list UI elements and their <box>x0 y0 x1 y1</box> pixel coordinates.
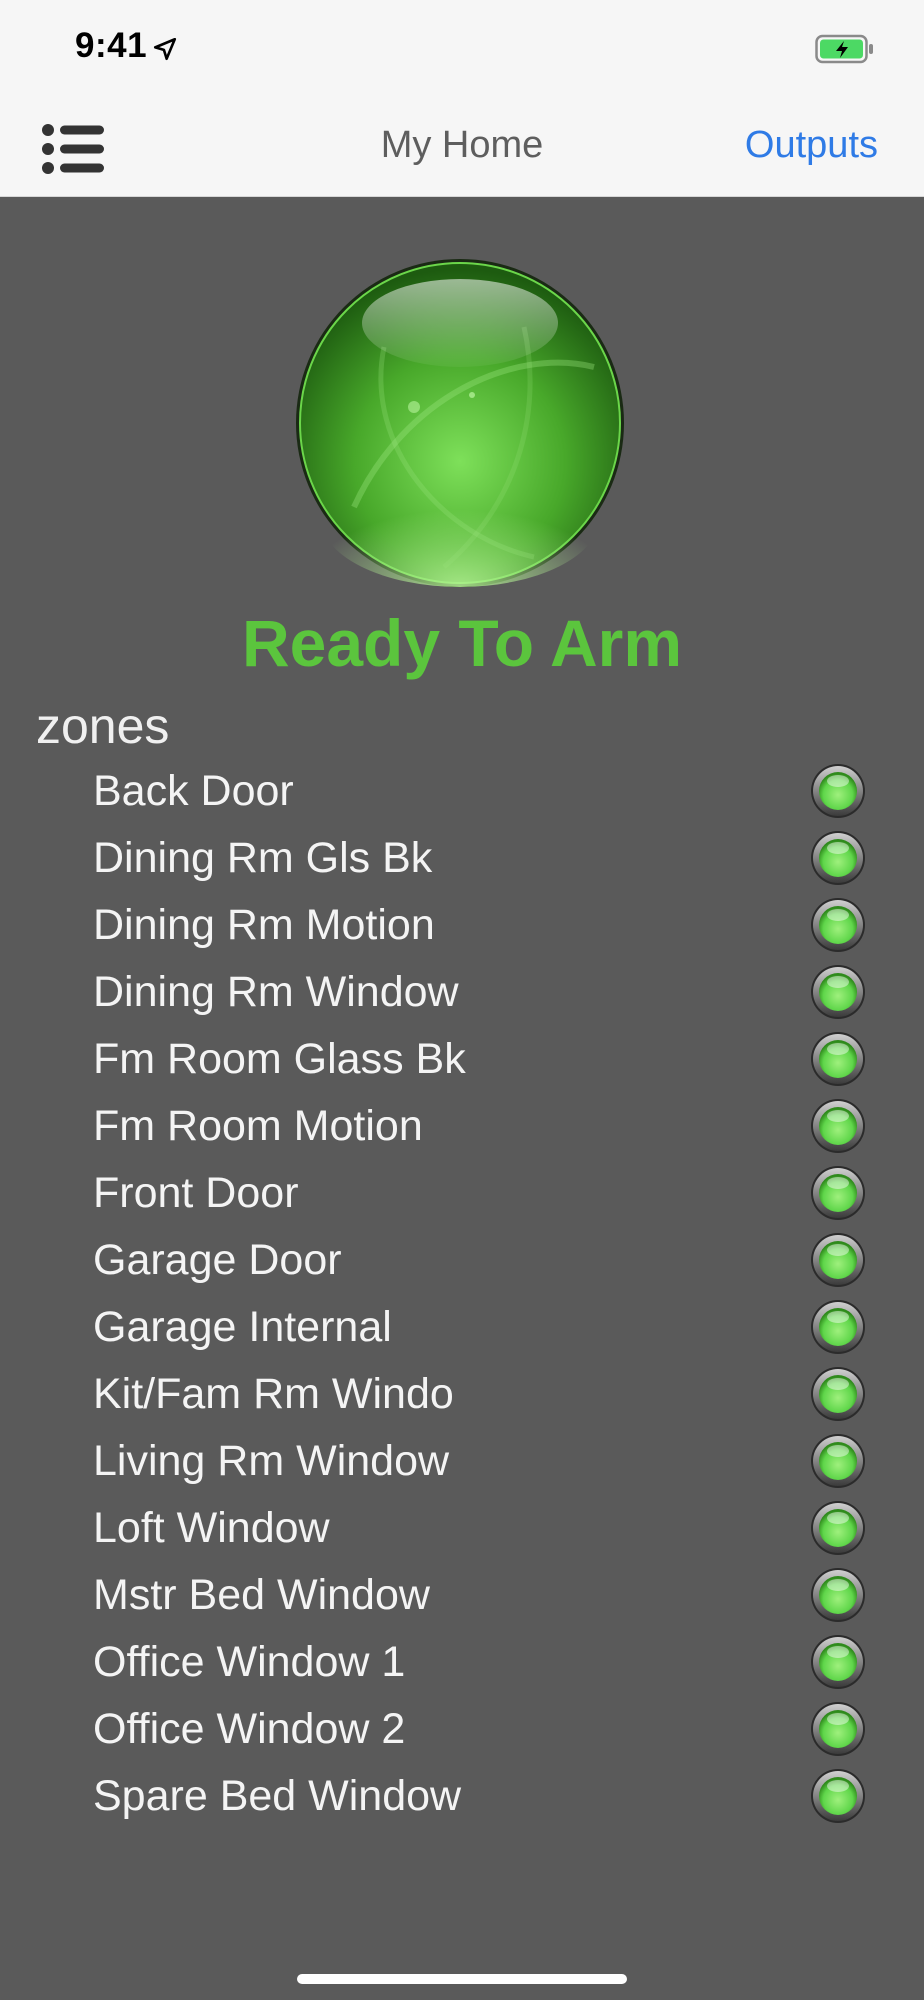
zone-label: Office Window 1 <box>93 1638 406 1686</box>
zone-label: Office Window 2 <box>93 1705 406 1753</box>
status-orb-icon[interactable] <box>294 257 626 589</box>
zone-label: Loft Window <box>93 1504 330 1552</box>
outputs-button[interactable]: Outputs <box>745 124 878 167</box>
status-time: 9:41 <box>75 26 148 65</box>
zone-row[interactable]: Living Rm Window <box>0 1427 924 1494</box>
zone-status-led-icon <box>811 1367 865 1421</box>
zone-row[interactable]: Office Window 2 <box>0 1695 924 1762</box>
zone-row[interactable]: Loft Window <box>0 1494 924 1561</box>
zone-status-led-icon <box>811 1501 865 1555</box>
navigation-bar: My Home Outputs <box>0 100 924 197</box>
zone-list: Back Door Dining Rm Gls Bk Dining Rm Motio… <box>0 757 924 1829</box>
zone-status-led-icon <box>811 1769 865 1823</box>
zone-row[interactable]: Mstr Bed Window <box>0 1561 924 1628</box>
zone-row[interactable]: Office Window 1 <box>0 1628 924 1695</box>
zone-label: Fm Room Glass Bk <box>93 1035 466 1083</box>
zone-label: Kit/Fam Rm Windo <box>93 1370 454 1418</box>
zone-row[interactable]: Spare Bed Window <box>0 1762 924 1829</box>
zone-row[interactable]: Garage Internal <box>0 1293 924 1360</box>
zone-label: Garage Internal <box>93 1303 392 1351</box>
location-arrow-icon <box>153 37 177 61</box>
zone-row[interactable]: Dining Rm Window <box>0 958 924 1025</box>
zone-row[interactable]: Fm Room Glass Bk <box>0 1025 924 1092</box>
zone-status-led-icon <box>811 1568 865 1622</box>
zone-status-led-icon <box>811 1032 865 1086</box>
zone-label: Garage Door <box>93 1236 342 1284</box>
zone-status-led-icon <box>811 1434 865 1488</box>
zone-status-led-icon <box>811 1099 865 1153</box>
zone-label: Dining Rm Gls Bk <box>93 834 433 882</box>
zone-label: Dining Rm Window <box>93 968 459 1016</box>
zone-status-led-icon <box>811 1233 865 1287</box>
zone-status-led-icon <box>811 831 865 885</box>
zone-status-led-icon <box>811 898 865 952</box>
status-bar: 9:41 <box>0 0 924 100</box>
main-panel: Ready To Arm zones Back Door Dining Rm Gl… <box>0 197 924 2000</box>
zone-status-led-icon <box>811 965 865 1019</box>
zone-row[interactable]: Fm Room Motion <box>0 1092 924 1159</box>
zone-status-led-icon <box>811 1300 865 1354</box>
zone-label: Back Door <box>93 767 294 815</box>
arm-status-text: Ready To Arm <box>241 606 683 680</box>
zone-label: Front Door <box>93 1169 299 1217</box>
zone-label: Fm Room Motion <box>93 1102 423 1150</box>
zone-row[interactable]: Front Door <box>0 1159 924 1226</box>
zone-row[interactable]: Dining Rm Gls Bk <box>0 824 924 891</box>
zone-label: Spare Bed Window <box>93 1772 462 1820</box>
home-indicator <box>297 1974 627 1984</box>
zone-status-led-icon <box>811 1166 865 1220</box>
zone-status-led-icon <box>811 764 865 818</box>
zone-row[interactable]: Dining Rm Motion <box>0 891 924 958</box>
zone-row[interactable]: Garage Door <box>0 1226 924 1293</box>
zone-status-led-icon <box>811 1635 865 1689</box>
zones-header: zones <box>36 698 170 754</box>
zone-label: Mstr Bed Window <box>93 1571 430 1619</box>
zone-label: Dining Rm Motion <box>93 901 435 949</box>
zone-row[interactable]: Back Door <box>0 757 924 824</box>
zone-row[interactable]: Kit/Fam Rm Windo <box>0 1360 924 1427</box>
zone-label: Living Rm Window <box>93 1437 450 1485</box>
battery-charging-icon <box>815 34 873 64</box>
zone-status-led-icon <box>811 1702 865 1756</box>
